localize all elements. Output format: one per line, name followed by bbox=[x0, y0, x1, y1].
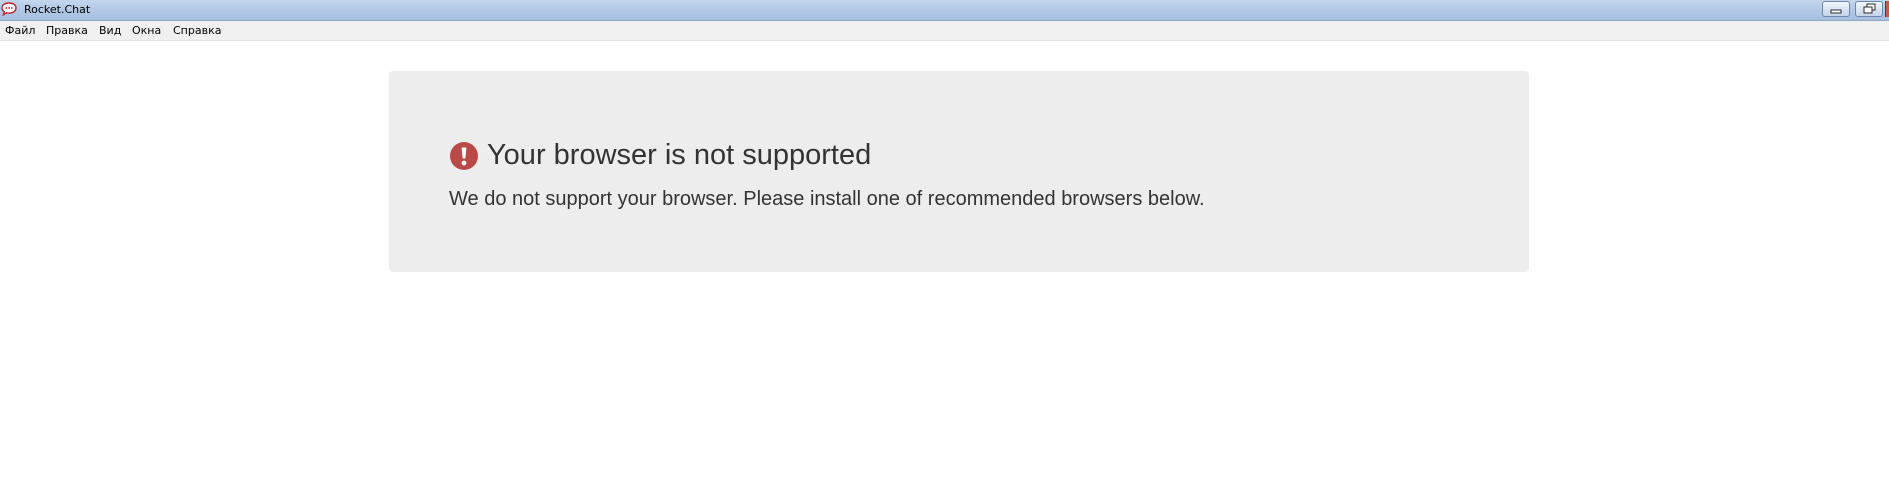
menu-windows[interactable]: Окна bbox=[132, 24, 161, 37]
window-titlebar[interactable]: Rocket.Chat bbox=[0, 0, 1889, 21]
window-title: Rocket.Chat bbox=[24, 3, 91, 16]
menu-bar: Файл Правка Вид Окна Справка bbox=[0, 21, 1889, 41]
minimize-icon bbox=[1830, 9, 1842, 14]
notice-message: We do not support your browser. Please i… bbox=[449, 188, 1205, 210]
menu-help[interactable]: Справка bbox=[173, 24, 221, 37]
exclamation-circle-icon bbox=[450, 142, 478, 170]
main-content: Your browser is not supported We do not … bbox=[0, 41, 1889, 489]
speech-bubble-icon bbox=[1, 2, 17, 16]
close-button[interactable] bbox=[1885, 1, 1889, 17]
restore-button[interactable] bbox=[1855, 1, 1883, 17]
restore-icon bbox=[1863, 3, 1876, 14]
menu-view[interactable]: Вид bbox=[99, 24, 121, 37]
minimize-button[interactable] bbox=[1822, 1, 1850, 17]
menu-file[interactable]: Файл bbox=[5, 24, 35, 37]
unsupported-browser-notice: Your browser is not supported We do not … bbox=[389, 71, 1529, 272]
notice-title: Your browser is not supported bbox=[487, 139, 872, 171]
menu-edit[interactable]: Правка bbox=[46, 24, 88, 37]
